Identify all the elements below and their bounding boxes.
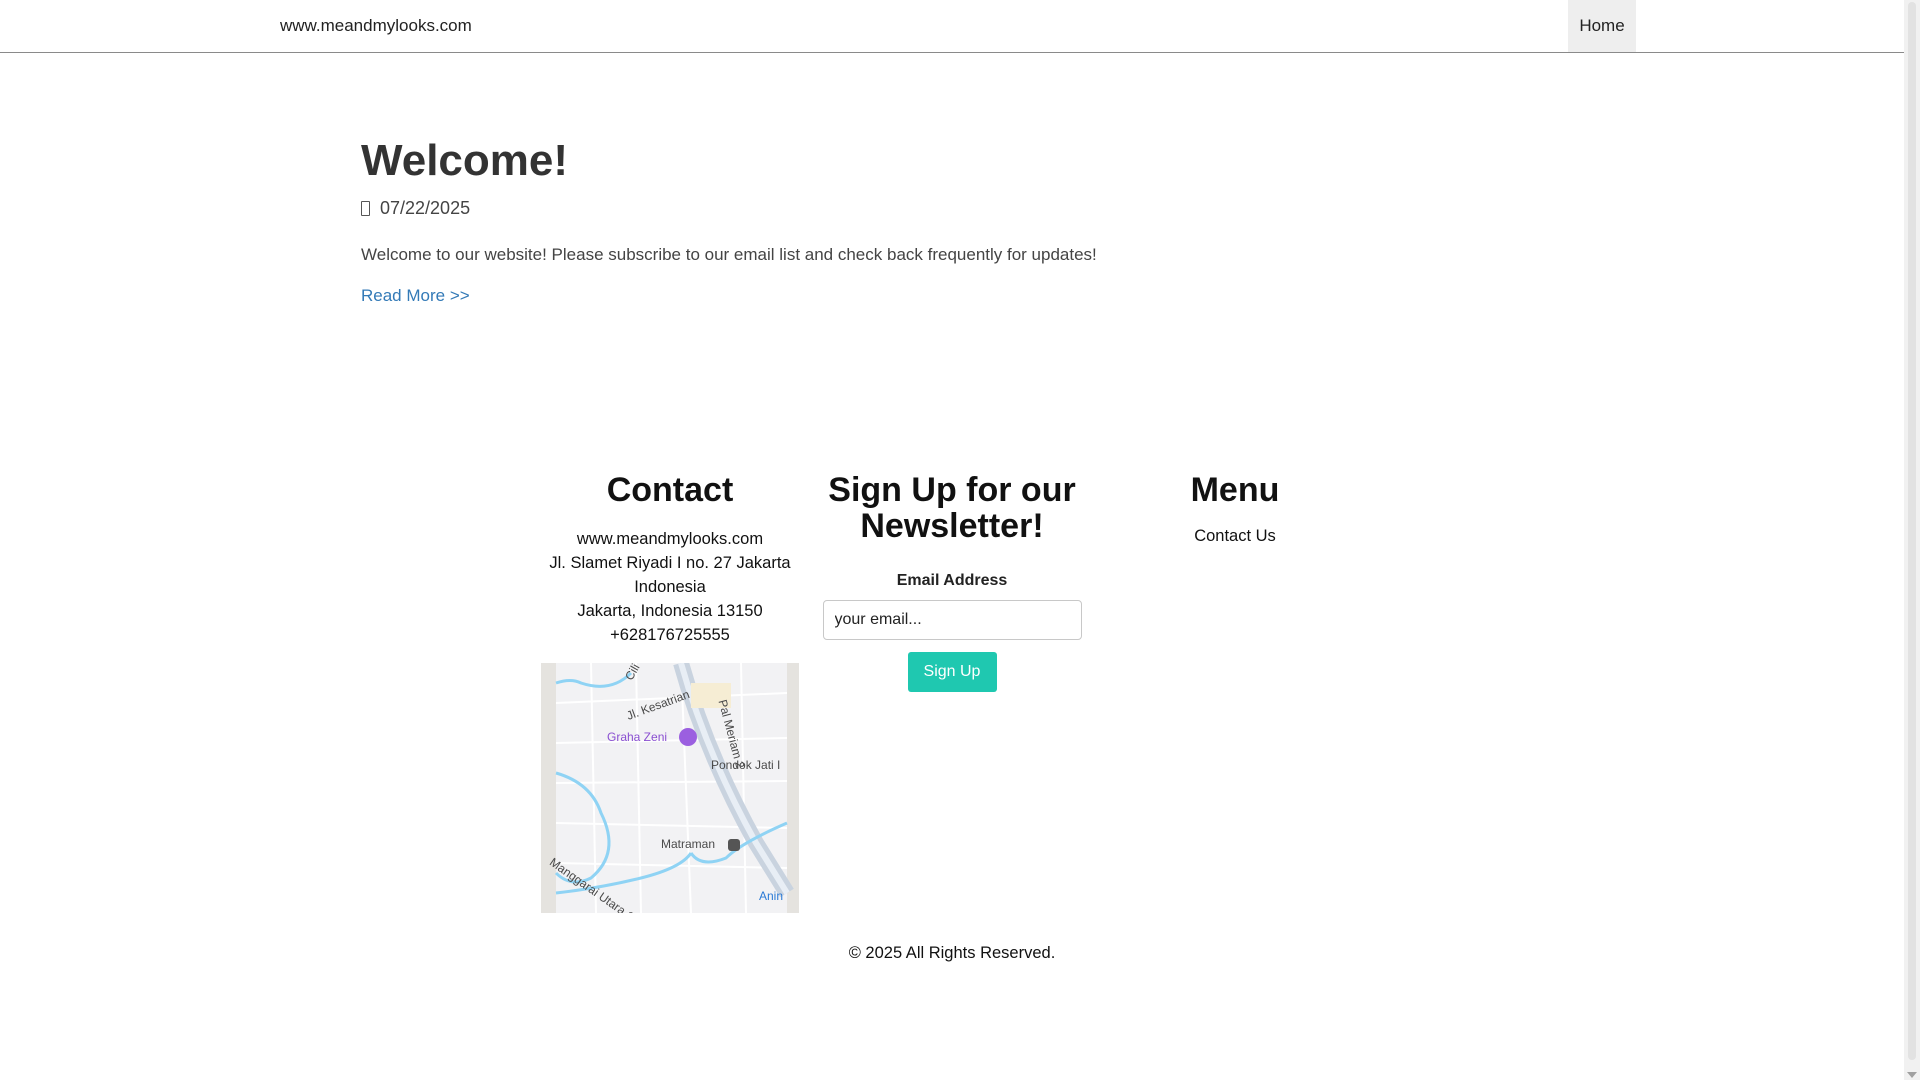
menu-heading: Menu	[1190, 471, 1280, 509]
menu-item-contact-us[interactable]: Contact Us	[1110, 527, 1360, 546]
footer-menu: Menu Contact Us	[1110, 472, 1360, 546]
nav-home-link[interactable]: Home	[1568, 0, 1636, 52]
calendar-icon	[361, 201, 370, 216]
footer-newsletter: Sign Up for our Newsletter! Email Addres…	[812, 472, 1092, 692]
contact-address-line2: Jakarta, Indonesia 13150	[577, 602, 763, 620]
copyright-notice: © 2025 All Rights Reserved.	[848, 944, 1056, 962]
post-excerpt: Welcome to our website! Please subscribe…	[361, 245, 1097, 264]
contact-details: www.meandmylooks.com Jl. Slamet Riyadi I…	[540, 527, 800, 647]
contact-website: www.meandmylooks.com	[576, 530, 764, 548]
map-label-edge2: Anin	[759, 889, 784, 903]
location-map[interactable]: Jl. Kesatrian Graha Zeni Pal Meriam 2 Po…	[541, 663, 799, 913]
contact-heading: Contact	[606, 471, 734, 509]
email-field-label: Email Address	[896, 572, 1008, 589]
post-date-text: 07/22/2025	[380, 198, 471, 218]
page-scrollbar[interactable]	[1904, 0, 1920, 1080]
sign-up-button[interactable]: Sign Up	[907, 652, 997, 692]
read-more-link[interactable]: Read More >>	[361, 286, 470, 306]
email-field[interactable]	[822, 600, 1082, 640]
footer-contact: Contact www.meandmylooks.com Jl. Slamet …	[540, 472, 800, 913]
map-label-poi: Graha Zeni	[607, 730, 668, 744]
top-navbar: www.meandmylooks.com Home	[0, 0, 1904, 53]
contact-phone: +628176725555	[610, 626, 730, 644]
newsletter-heading: Sign Up for our Newsletter!	[828, 471, 1076, 545]
blog-post: Welcome! 07/22/2025 Welcome to our websi…	[361, 134, 1261, 306]
map-label-area1: Pondok Jati I	[711, 758, 781, 772]
post-title: Welcome!	[361, 136, 569, 185]
site-brand-link[interactable]: www.meandmylooks.com	[280, 16, 472, 36]
map-label-station: Matraman	[661, 837, 716, 851]
scroll-down-arrow-icon[interactable]	[1907, 1072, 1917, 1078]
scrollbar-thumb[interactable]	[1908, 2, 1916, 1060]
contact-address-line1: Jl. Slamet Riyadi I no. 27 Jakarta Indon…	[549, 554, 791, 596]
post-date: 07/22/2025	[361, 198, 1261, 219]
